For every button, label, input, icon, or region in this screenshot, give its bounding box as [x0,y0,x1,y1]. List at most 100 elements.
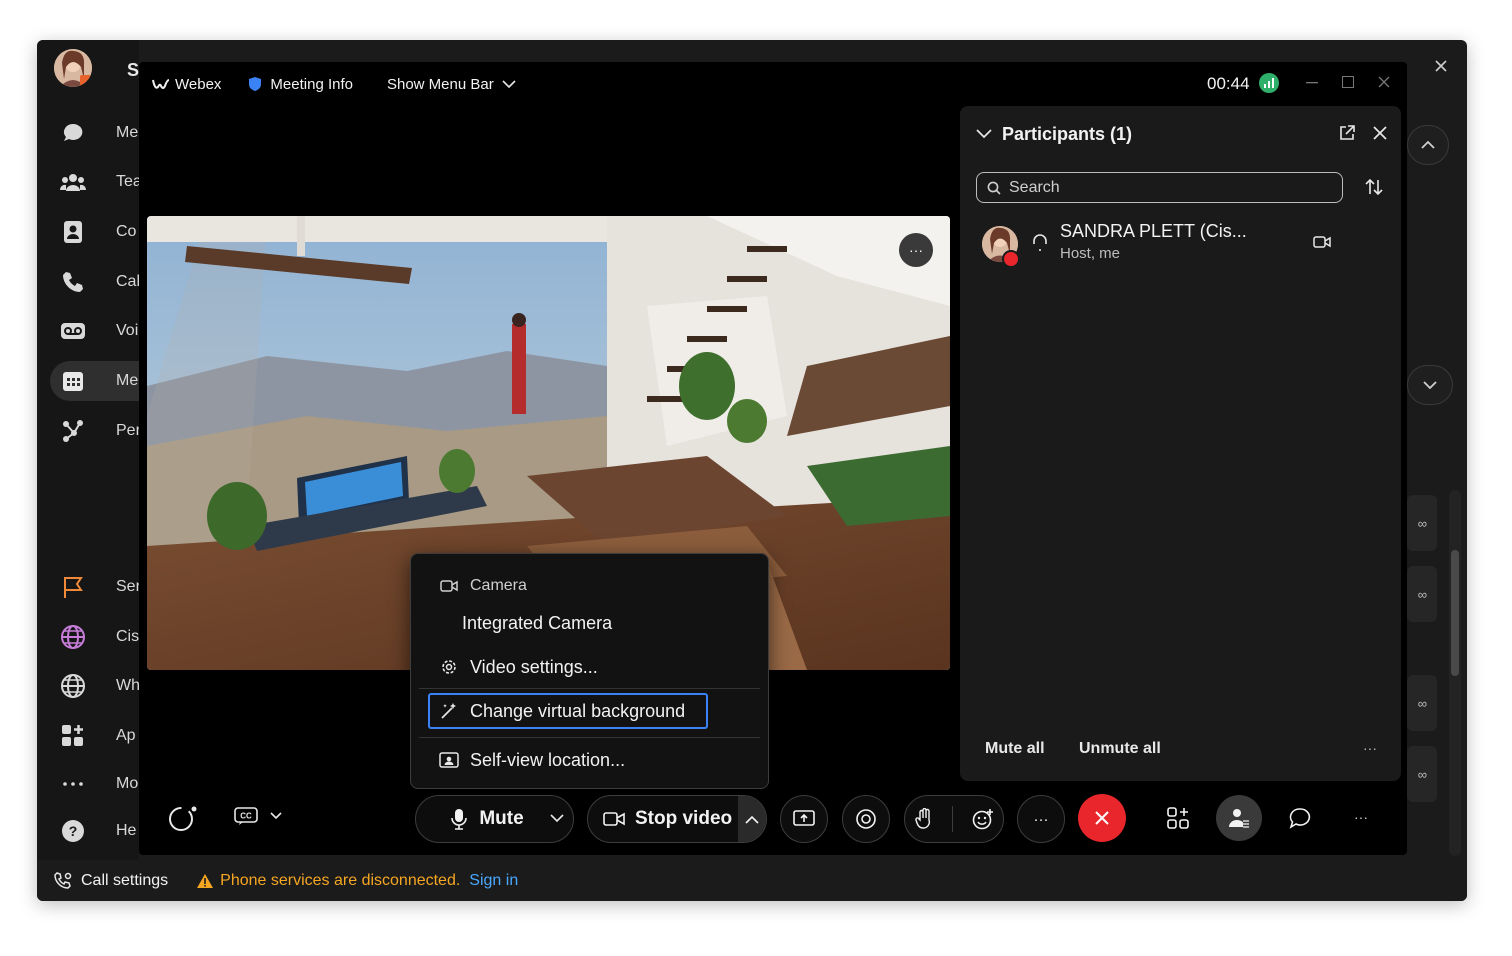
list-card[interactable]: ∞ [1407,566,1437,622]
menu-divider [419,737,760,738]
chevron-up-icon [1420,140,1436,150]
meeting-info-button[interactable]: Meeting Info [248,76,353,93]
help-icon: ? [50,819,96,843]
mute-button[interactable]: Mute [415,795,574,843]
sidebar-item-label: Tea [116,173,142,190]
sidebar-item-label: Ser [116,578,141,595]
menu-item-video-settings[interactable]: Video settings... [411,653,768,681]
overflow-more-button[interactable]: ··· [1354,809,1368,825]
warning-text: Phone services are disconnected. [220,871,461,889]
globe-icon [50,673,96,699]
list-card[interactable]: ∞ [1407,495,1437,551]
camera-section-label: Camera [470,577,527,594]
collapse-up-button[interactable] [1407,125,1449,165]
end-call-button[interactable] [1078,794,1126,842]
people-icon [50,419,96,443]
closed-captions-icon: CC [234,807,258,825]
menu-item-self-view-location[interactable]: Self-view location... [411,746,768,774]
sign-in-link[interactable]: Sign in [469,872,518,890]
list-card[interactable]: ∞ [1407,746,1437,802]
menu-item-change-virtual-background[interactable]: Change virtual background [411,697,768,725]
sidebar-item-label: Mo [116,775,139,792]
muted-badge [1002,250,1020,268]
sidebar-item-label: Me [116,372,139,389]
close-icon[interactable] [1378,76,1390,88]
reactions-group [904,795,1004,843]
user-avatar[interactable] [54,49,92,87]
sidebar-item-label: Per [116,422,141,439]
search-placeholder: Search [1009,178,1060,196]
share-button[interactable] [780,795,828,843]
video-camera-icon [438,579,460,593]
captions-button[interactable]: CC [234,807,282,825]
expand-down-button[interactable] [1407,365,1453,405]
chevron-down-icon [1422,380,1438,390]
svg-text:CC: CC [240,812,252,821]
video-camera-icon [1313,235,1331,249]
network-signal-icon [1259,73,1279,93]
more-options-button[interactable]: ··· [1017,795,1065,843]
raise-hand-icon[interactable] [914,808,933,830]
share-screen-icon [793,810,815,828]
panel-more-button[interactable]: ··· [1363,740,1377,756]
teams-icon [50,171,96,193]
scrollbar-thumb[interactable] [1451,550,1459,676]
headset-icon [1031,233,1049,251]
record-button[interactable] [842,795,890,843]
calendar-icon [50,369,96,393]
menu-item-integrated-camera[interactable]: Integrated Camera [411,609,768,637]
gear-icon [438,658,460,676]
sidebar-item-label: Cis [116,628,140,645]
scrollbar[interactable] [1449,490,1461,856]
sidebar-item-label: Ap [116,727,136,744]
pop-out-icon[interactable] [1338,124,1356,142]
participant-row[interactable]: SANDRA PLETT (Cis... Host, me [960,218,1401,268]
chevron-down-icon[interactable] [550,814,564,823]
unmute-all-button[interactable]: Unmute all [1079,740,1161,758]
sidebar: S Me Tea Co Cal Voi Me Per Ser Cis Wh Ap… [37,40,160,860]
close-icon[interactable] [1373,126,1387,140]
minimize-icon[interactable] [1306,82,1318,84]
participant-name: SANDRA PLETT (Cis... [1060,221,1247,241]
apps-icon[interactable] [1167,807,1189,829]
chat-bubble-icon[interactable] [1289,807,1311,829]
participant-search-input[interactable]: Search [976,172,1343,203]
divider [951,806,953,832]
voicemail-icon [50,321,96,341]
sidebar-item-label: Co [116,223,137,240]
sidebar-item-label: Wh [116,677,140,694]
sidebar-item-label: Cal [116,273,141,290]
meeting-assistant-icon[interactable] [168,804,198,832]
flag-icon [50,575,96,599]
call-settings-label: Call settings [81,871,169,889]
warning-icon [196,873,214,889]
menu-divider [419,688,760,689]
list-card[interactable]: ∞ [1407,675,1437,731]
self-view-label: Self-view location... [470,749,626,770]
participants-title: Participants (1) [1002,124,1133,144]
chevron-down-icon [270,812,282,820]
app-close-icon[interactable] [1433,58,1449,74]
link-icon: ∞ [1417,695,1427,711]
show-menu-bar-button[interactable]: Show Menu Bar [387,76,516,93]
webex-logo-icon [152,77,170,91]
sidebar-item-label: Voi [116,322,139,339]
chevron-down-icon[interactable] [976,129,992,139]
mute-label: Mute [479,808,524,829]
webex-label: Webex [175,75,222,93]
chevron-up-icon [745,815,759,824]
link-icon: ∞ [1417,586,1427,602]
participants-toggle-button[interactable] [1216,795,1262,841]
maximize-icon[interactable] [1342,76,1354,88]
call-settings-button[interactable]: Call settings [53,871,168,891]
sort-icon[interactable] [1365,178,1383,196]
video-more-button[interactable]: ··· [899,233,933,267]
stop-video-button[interactable]: Stop video [587,795,767,843]
chat-icon [50,121,96,145]
show-menu-bar-label: Show Menu Bar [386,75,494,93]
microphone-icon [451,808,468,830]
mute-all-button[interactable]: Mute all [985,740,1045,758]
participant-role: Host, me [1060,245,1121,262]
video-options-toggle[interactable] [738,796,766,842]
emoji-reaction-icon[interactable] [972,808,994,830]
